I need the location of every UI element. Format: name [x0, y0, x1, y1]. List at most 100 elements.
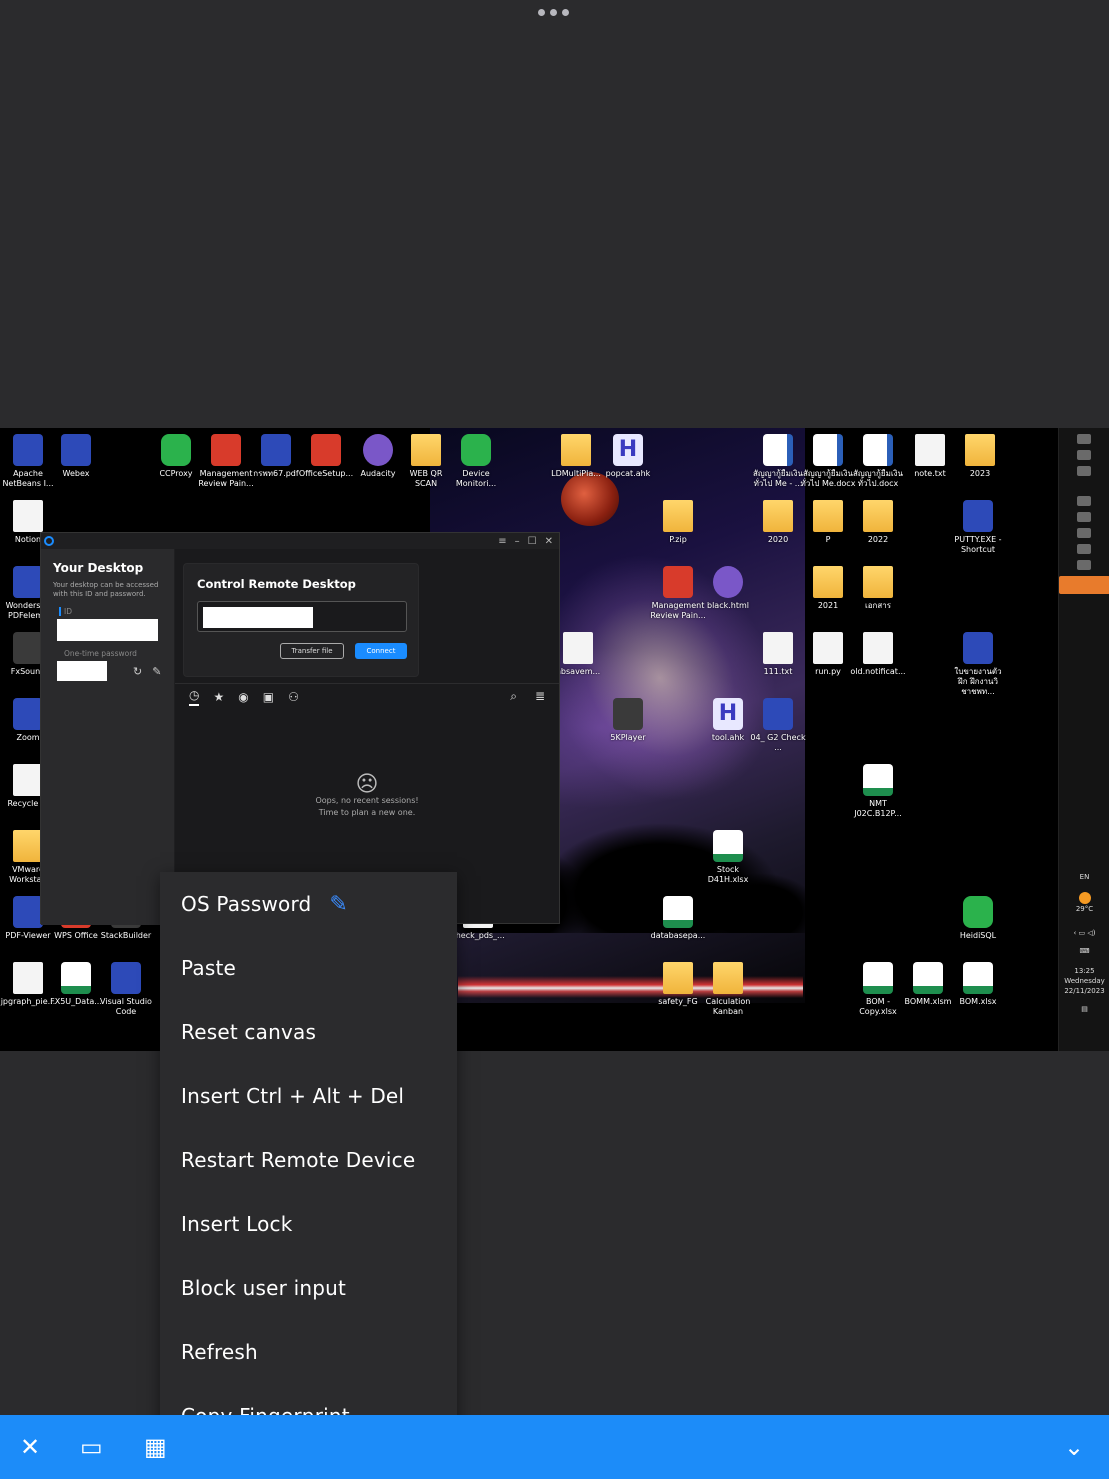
chevron-down-icon[interactable]: ⌄ [1064, 1433, 1084, 1461]
desktop-icon[interactable]: Htool.ahk [700, 698, 756, 743]
desktop-icon[interactable]: run.py [800, 632, 856, 677]
otp-value[interactable] [57, 661, 107, 681]
desktop-icon[interactable]: Device Monitori... [448, 434, 504, 489]
desktop-icon[interactable]: PUTTY.EXE - Shortcut [950, 500, 1006, 555]
desktop-icon[interactable]: สัญญากู้ยืมเงิน ทั่วไป Me - ... [750, 434, 806, 489]
language-indicator[interactable]: EN [1059, 872, 1109, 882]
desktop-icon[interactable]: เอกสาร [850, 566, 906, 611]
desktop-icon[interactable]: HeidiSQL [950, 896, 1006, 941]
desktop-icon[interactable]: CCProxy [148, 434, 204, 479]
desktop-icon[interactable]: NMT J02C.B12P... [850, 764, 906, 819]
desktop-icon[interactable]: 2023 [952, 434, 1008, 479]
desktop-icon[interactable]: 2021 [800, 566, 856, 611]
connect-button[interactable]: Connect [355, 643, 407, 659]
search-icon[interactable] [1077, 450, 1091, 460]
menu-paste[interactable]: Paste [160, 936, 457, 1000]
desktop-icon[interactable]: old.notificat... [850, 632, 906, 677]
taskbar-app-icon[interactable] [1077, 512, 1091, 522]
excel-file-icon [963, 962, 993, 994]
discover-icon[interactable]: ◉ [238, 690, 248, 704]
menu-os-password[interactable]: OS Password ✎ [160, 872, 457, 936]
menu-icon[interactable]: ≡ [498, 536, 506, 547]
desktop-icon[interactable]: note.txt [902, 434, 958, 479]
taskbar-app-icon[interactable] [1077, 496, 1091, 506]
desktop-icon[interactable]: Management Review Pain... [650, 566, 706, 621]
task-view-icon[interactable] [1077, 466, 1091, 476]
your-desktop-panel: Your Desktop Your desktop can be accesse… [41, 549, 174, 925]
rustdesk-taskbar-icon[interactable] [1059, 576, 1109, 594]
blue-file-icon [963, 500, 993, 532]
desktop-icon[interactable]: LDMultiPla... [548, 434, 604, 479]
desktop-icon[interactable]: กรพท67.pdf [248, 434, 304, 479]
excel-file-icon [663, 896, 693, 928]
edit-pencil-icon[interactable]: ✎ [329, 892, 348, 917]
taskbar-app-icon[interactable] [1077, 560, 1091, 570]
desktop-icon[interactable]: BOM - Copy.xlsx [850, 962, 906, 1017]
desktop-icon[interactable]: 04_ G2 Check ... [750, 698, 806, 753]
close-icon[interactable]: ✕ [545, 536, 553, 547]
menu-insert-lock[interactable]: Insert Lock [160, 1192, 457, 1256]
id-value[interactable] [57, 619, 158, 641]
menu-item-label: OS Password [181, 892, 312, 916]
file-file-icon [13, 500, 43, 532]
desktop-icon[interactable]: สัญญากู้ยืมเงิน ทั่วไป Me.docx [800, 434, 856, 489]
desktop-icon[interactable]: ใบขายงานตัวฝึก ฝึกงานวิชาชพท... [950, 632, 1006, 697]
menu-insert-ctrl-alt-del[interactable]: Insert Ctrl + Alt + Del [160, 1064, 457, 1128]
chrome-icon[interactable] [1077, 544, 1091, 554]
list-view-icon[interactable]: ≣ [535, 689, 545, 704]
clock-time[interactable]: 13:25 [1059, 966, 1109, 976]
file-file-icon [813, 632, 843, 664]
red-file-icon [663, 566, 693, 598]
folder-icon[interactable] [1077, 528, 1091, 538]
menu-reset-canvas[interactable]: Reset canvas [160, 1000, 457, 1064]
desktop-icon[interactable]: 2020 [750, 500, 806, 545]
desktop-icon[interactable]: 2022 [850, 500, 906, 545]
edit-icon[interactable]: ✎ [152, 665, 161, 678]
transfer-file-button[interactable]: Transfer file [280, 643, 344, 659]
folder-file-icon [863, 500, 893, 532]
minimize-icon[interactable]: – [515, 536, 520, 547]
group-icon[interactable]: ⚇ [288, 690, 299, 704]
windows-start-icon[interactable] [1077, 434, 1091, 444]
more-dots-icon[interactable] [538, 9, 569, 16]
desktop-icon[interactable]: P [800, 500, 856, 545]
desktop-icon[interactable]: safety_FG [650, 962, 706, 1007]
menu-restart-remote-device[interactable]: Restart Remote Device [160, 1128, 457, 1192]
close-icon[interactable]: ✕ [20, 1433, 40, 1461]
address-book-icon[interactable]: ▣ [263, 690, 274, 704]
search-icon[interactable]: ⌕ [510, 689, 517, 704]
desktop-icon[interactable]: databasepa... [650, 896, 706, 941]
display-icon[interactable]: ▭ [80, 1433, 103, 1461]
desktop-icon[interactable]: Webex [48, 434, 104, 479]
desktop-icon[interactable]: Management Review Pain... [198, 434, 254, 489]
desktop-icon[interactable]: 5KPlayer [600, 698, 656, 743]
keyboard-icon[interactable]: ⌨ [1059, 946, 1109, 956]
desktop-icon[interactable]: P.zip [650, 500, 706, 545]
remote-id-input[interactable] [197, 601, 407, 632]
tray-icons[interactable]: ‹ ▭ ◁) [1059, 928, 1109, 938]
maximize-icon[interactable]: ☐ [528, 536, 537, 547]
menu-block-user-input[interactable]: Block user input [160, 1256, 457, 1320]
desktop-icon[interactable]: FX5U_Data... [48, 962, 104, 1007]
desktop-icon-label: กรพท67.pdf [253, 469, 299, 478]
desktop-icon[interactable]: WEB QR SCAN [398, 434, 454, 489]
keyboard-icon[interactable]: ▦ [144, 1433, 167, 1461]
desktop-icon-label: 5KPlayer [610, 733, 646, 742]
desktop-icon[interactable]: BOM.xlsx [950, 962, 1006, 1007]
desktop-icon[interactable]: BOMM.xlsm [900, 962, 956, 1007]
desktop-icon[interactable]: Calculation Kanban [700, 962, 756, 1017]
desktop-icon[interactable]: สัญญากู้ยืมเงิน ทั่วไป.docx [850, 434, 906, 489]
weather-icon[interactable] [1078, 892, 1091, 904]
desktop-icon[interactable]: 111.txt [750, 632, 806, 677]
desktop-icon[interactable]: Stock D41H.xlsx [700, 830, 756, 885]
menu-refresh[interactable]: Refresh [160, 1320, 457, 1384]
excel-file-icon [863, 962, 893, 994]
recent-icon[interactable]: ◷ [189, 688, 200, 706]
favorites-icon[interactable]: ★ [213, 690, 224, 704]
desktop-icon[interactable]: Hpopcat.ahk [600, 434, 656, 479]
refresh-icon[interactable]: ↻ [133, 665, 142, 678]
desktop-icon[interactable]: black.html [700, 566, 756, 611]
desktop-icon[interactable]: OfficeSetup... [298, 434, 354, 479]
desktop-icon[interactable]: Visual Studio Code [98, 962, 154, 1017]
notification-icon[interactable]: ▤ [1059, 1004, 1109, 1014]
